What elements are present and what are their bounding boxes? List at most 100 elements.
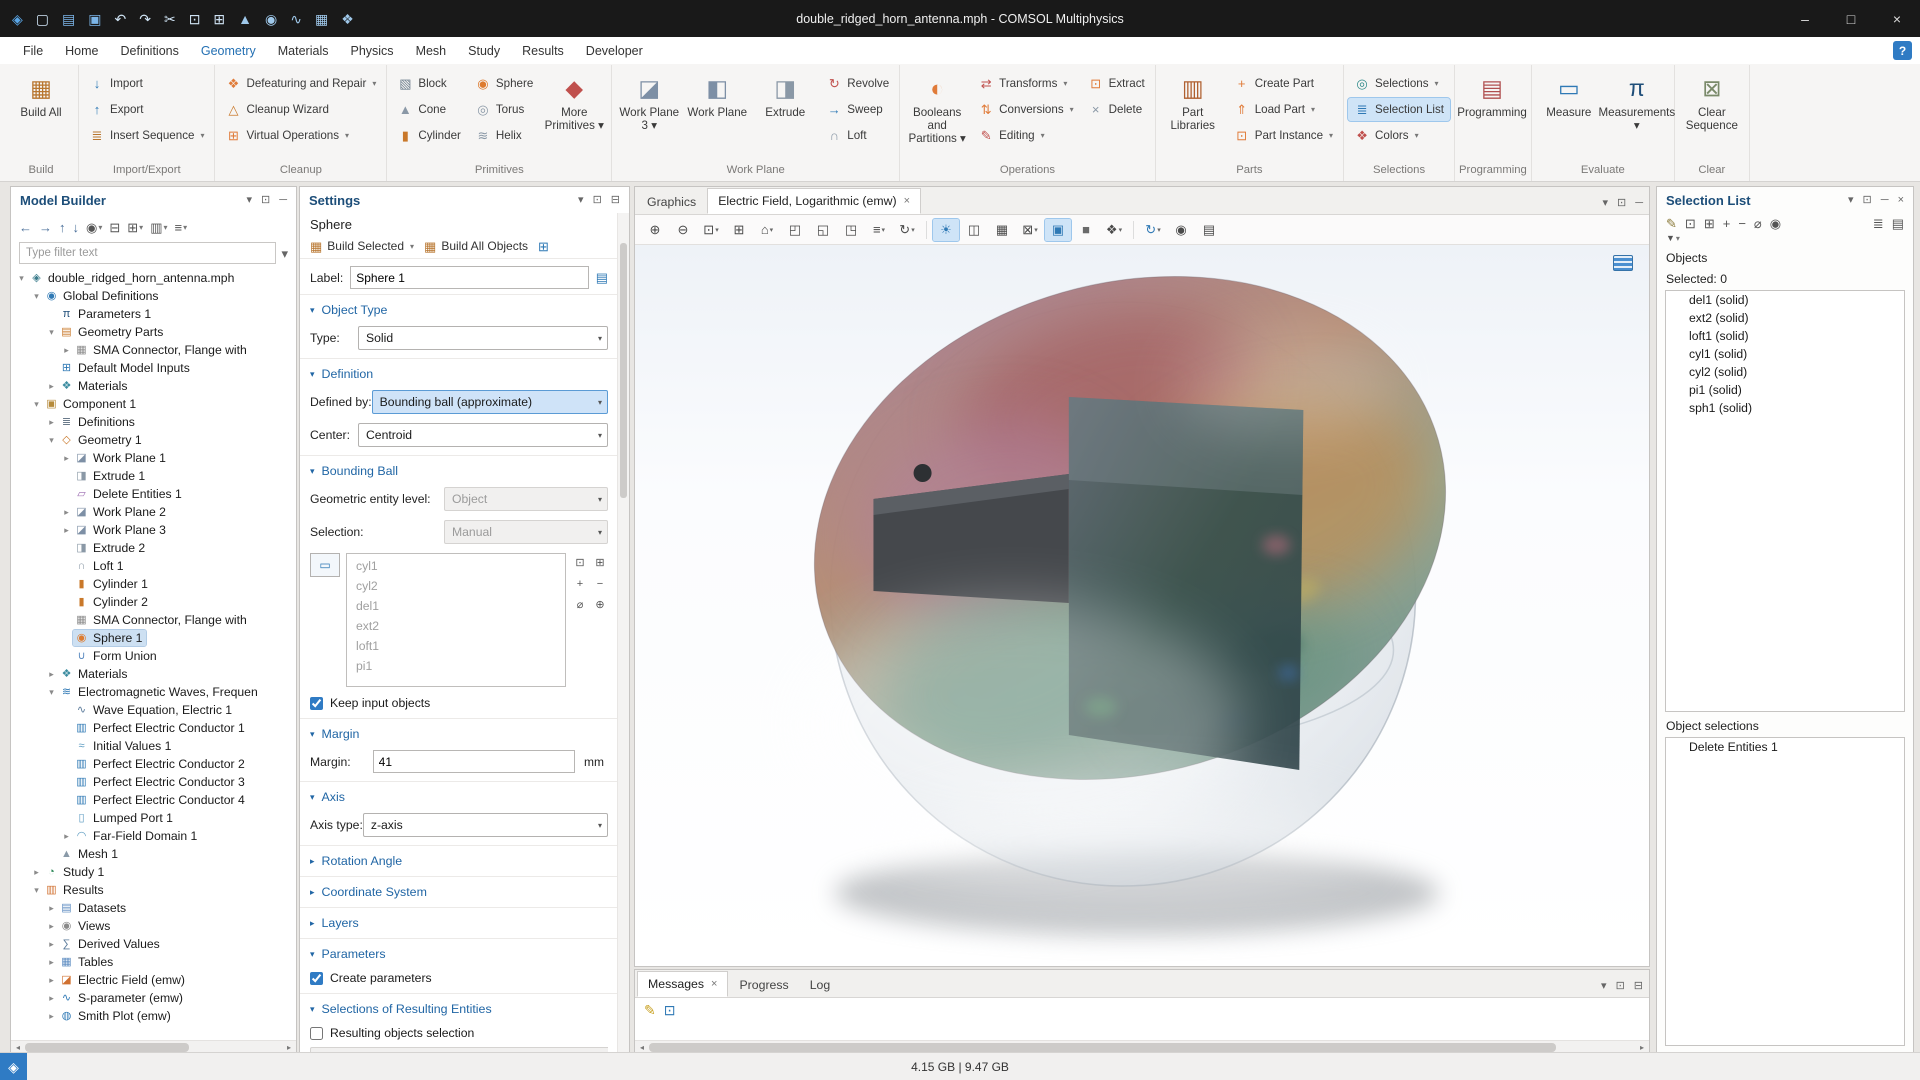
filter-selections-button[interactable]: ▼ ▾ (1666, 234, 1680, 243)
menu-developer[interactable]: Developer (575, 37, 654, 64)
messages-tab-progress[interactable]: Progress (729, 973, 798, 997)
model-settings-button[interactable]: ≡▾ (175, 221, 188, 234)
move-down-button[interactable]: ↓ (73, 221, 80, 234)
parameters-section-header[interactable]: ▾ Parameters (300, 939, 618, 966)
menu-study[interactable]: Study (457, 37, 511, 64)
menu-mesh[interactable]: Mesh (405, 37, 458, 64)
transforms-button[interactable]: ⇄Transforms▾ (972, 72, 1079, 95)
copy-selection-button[interactable]: ⊡ (572, 555, 588, 572)
object-type-select[interactable]: Solid ▾ (358, 326, 608, 350)
remove-selection-button[interactable]: − (592, 576, 608, 593)
scroll-right-button[interactable]: ▸ (282, 1043, 296, 1052)
create-parameters-checkbox[interactable] (310, 972, 323, 985)
axis-type-select[interactable]: z-axis ▾ (363, 813, 608, 837)
tree-item-tables[interactable]: ▸▦Tables (11, 953, 296, 971)
tree-item-double-ridged-horn-antenna-mph[interactable]: ▾◈double_ridged_horn_antenna.mph (11, 269, 296, 287)
tree-item-perfect-electric-conductor-1[interactable]: ▥Perfect Electric Conductor 1 (11, 719, 296, 737)
graphics-tab-graphics[interactable]: Graphics (637, 190, 706, 214)
cleanup-wizard-button[interactable]: △Cleanup Wizard (219, 98, 382, 121)
new-file-button[interactable]: ▢ (36, 12, 49, 26)
copy-selection-button[interactable]: ⊡ (1685, 217, 1696, 230)
print-button[interactable]: ▤ (1196, 219, 1222, 241)
bounding-ball-object[interactable]: pi1 (347, 656, 565, 676)
margin-section-header[interactable]: ▾ Margin (300, 719, 618, 746)
sweep-button[interactable]: →Sweep (820, 98, 895, 121)
selection-object[interactable]: pi1 (solid) (1666, 381, 1904, 399)
part-instance-button[interactable]: ⊡Part Instance▾ (1228, 124, 1339, 147)
collapse-all-button[interactable]: ⊟ (109, 221, 120, 234)
tree-item-perfect-electric-conductor-4[interactable]: ▥Perfect Electric Conductor 4 (11, 791, 296, 809)
object-type-section-header[interactable]: ▾ Object Type (300, 295, 618, 322)
chevron-collapsed-icon[interactable]: ▸ (45, 903, 58, 914)
add-plot-button[interactable]: ∿ (290, 12, 302, 26)
selection-object[interactable]: loft1 (solid) (1666, 327, 1904, 345)
zoom-in-button[interactable]: ⊕ (642, 219, 668, 241)
keep-input-objects-checkbox[interactable] (310, 697, 323, 710)
block-button[interactable]: ▧Block (391, 72, 467, 95)
load-part-button[interactable]: ⇑Load Part▾ (1228, 98, 1339, 121)
programming-button[interactable]: ▤Programming (1459, 68, 1525, 161)
clear-messages-button[interactable]: ✎ (644, 1003, 656, 1017)
maximize-button[interactable]: □ (1828, 0, 1874, 37)
defeaturing-and-repair-button[interactable]: ❖Defeaturing and Repair▾ (219, 72, 382, 95)
help-button[interactable]: ? (1893, 41, 1912, 60)
redo-button[interactable]: ↷ (139, 12, 151, 26)
chevron-collapsed-icon[interactable]: ▸ (45, 975, 58, 986)
helix-button[interactable]: ≋Helix (469, 124, 539, 147)
panel-menu-button[interactable]: ▾ (1602, 198, 1608, 209)
tree-item-sma-connector-flange-with[interactable]: ▸▦SMA Connector, Flange with (11, 341, 296, 359)
object-selection[interactable]: Delete Entities 1 (1666, 738, 1904, 756)
chevron-collapsed-icon[interactable]: ▸ (45, 417, 58, 428)
axis-section-header[interactable]: ▾ Axis (300, 782, 618, 809)
settings-scrollbar[interactable] (617, 213, 629, 1054)
activate-selection-button[interactable]: ▭ (310, 553, 340, 577)
image-tools-button[interactable]: ⊠▾ (1017, 219, 1043, 241)
tree-item-materials[interactable]: ▸❖Materials (11, 377, 296, 395)
messages-tab-log[interactable]: Log (800, 973, 841, 997)
tree-item-electromagnetic-waves-frequen[interactable]: ▾≋Electromagnetic Waves, Frequen (11, 683, 296, 701)
table-window-button[interactable]: ▦ (315, 12, 328, 26)
menu-definitions[interactable]: Definitions (110, 37, 190, 64)
chevron-collapsed-icon[interactable]: ▸ (45, 381, 58, 392)
selection-object[interactable]: ext2 (solid) (1666, 309, 1904, 327)
delete-button[interactable]: ×Delete (1082, 98, 1151, 121)
defined-by-select[interactable]: Bounding ball (approximate) ▾ (372, 390, 608, 414)
selection-object[interactable]: sph1 (solid) (1666, 399, 1904, 417)
loft-button[interactable]: ∩Loft (820, 124, 895, 147)
tree-item-delete-entities-1[interactable]: ▱Delete Entities 1 (11, 485, 296, 503)
tree-item-geometry-1[interactable]: ▾◇Geometry 1 (11, 431, 296, 449)
float-panel-button[interactable]: ⊡ (1616, 981, 1625, 992)
chevron-collapsed-icon[interactable]: ▸ (45, 939, 58, 950)
chevron-expanded-icon[interactable]: ▾ (45, 687, 58, 698)
tree-item-initial-values-1[interactable]: ≈Initial Values 1 (11, 737, 296, 755)
chevron-collapsed-icon[interactable]: ▸ (60, 345, 73, 356)
create-part-button[interactable]: +Create Part (1228, 72, 1339, 95)
work-plane-button[interactable]: ◧Work Plane (684, 68, 750, 161)
bounding-ball-object[interactable]: cyl2 (347, 576, 565, 596)
tree-item-work-plane-1[interactable]: ▸◪Work Plane 1 (11, 449, 296, 467)
tree-item-cylinder-1[interactable]: ▮Cylinder 1 (11, 575, 296, 593)
panel-menu-button[interactable]: ▾ (246, 195, 252, 206)
filter-input[interactable] (19, 242, 276, 264)
tree-item-s-parameter-emw[interactable]: ▸∿S-parameter (emw) (11, 989, 296, 1007)
minimize-button[interactable]: – (1782, 0, 1828, 37)
build-all-objects-button[interactable]: ▦ Build All Objects (424, 239, 528, 253)
go-back-button[interactable]: ← (19, 221, 32, 234)
cut-button[interactable]: ✂ (164, 12, 176, 26)
toggle-visibility-button[interactable]: ◉ (1770, 217, 1781, 230)
compute-button[interactable]: ◉ (265, 12, 277, 26)
messages-tab-messages[interactable]: Messages× (637, 971, 728, 997)
tree-item-loft-1[interactable]: ∩Loft 1 (11, 557, 296, 575)
definition-section-header[interactable]: ▾ Definition (300, 359, 618, 386)
show-selection-button[interactable]: ▣ (1045, 219, 1071, 241)
extract-button[interactable]: ⊡Extract (1082, 72, 1151, 95)
booleans-and-partitions-button[interactable]: ◐Booleans and Partitions ▾ (904, 68, 970, 161)
cylinder-button[interactable]: ▮Cylinder (391, 124, 467, 147)
chevron-collapsed-icon[interactable]: ▸ (60, 525, 73, 536)
panel-menu-button[interactable]: ▾ (1601, 981, 1607, 992)
tree-item-definitions[interactable]: ▸≣Definitions (11, 413, 296, 431)
remove-selection-button[interactable]: − (1738, 217, 1746, 230)
paste-selection-button[interactable]: ⊞ (592, 555, 608, 572)
toggle-columns-button[interactable]: ▥▾ (150, 221, 167, 234)
pick-selection-button[interactable]: ✎ (1666, 217, 1677, 230)
